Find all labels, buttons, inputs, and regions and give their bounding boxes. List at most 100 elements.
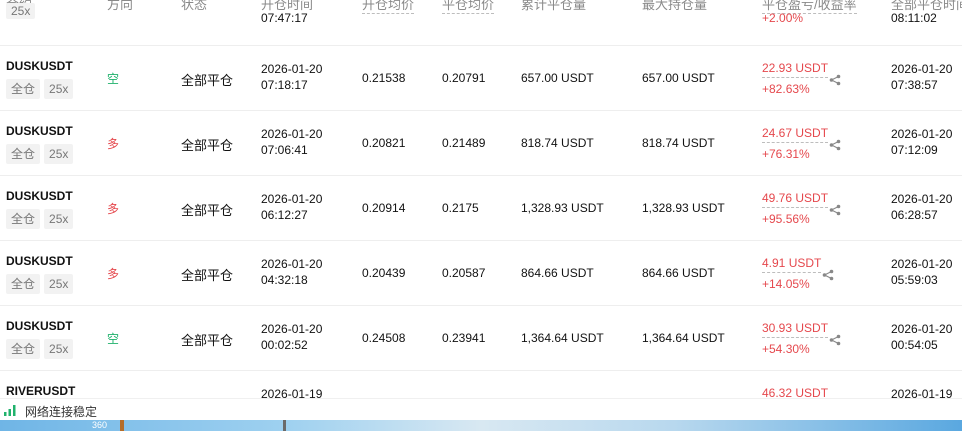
max-hold: 818.74 USDT <box>642 136 715 150</box>
open-avg-price: 0.20914 <box>362 201 406 215</box>
close-time: 07:38:57 <box>891 78 938 92</box>
taskbar-mark <box>120 420 124 431</box>
margin-badge: 全仓 <box>6 274 41 294</box>
open-date: 2026-01-20 <box>261 257 323 271</box>
close-date: 2026-01-20 <box>891 192 953 206</box>
margin-badge: 全仓 <box>6 209 41 229</box>
cumulative-close: 864.66 USDT <box>521 266 594 280</box>
open-time: 07:18:17 <box>261 78 308 92</box>
share-icon[interactable] <box>822 269 834 281</box>
table-row[interactable]: DUSKUSDT 全仓 25x 多 全部平仓 2026-01-20 06:12:27… <box>0 175 962 241</box>
share-icon[interactable] <box>829 74 841 86</box>
margin-badge: 全仓 <box>6 144 41 164</box>
symbol: DUSKUSDT <box>6 189 73 203</box>
max-hold: 657.00 USDT <box>642 71 715 85</box>
direction: 空 <box>107 72 120 86</box>
open-date: 2026-01-20 <box>261 322 323 336</box>
pnl-value: 22.93 USDT <box>762 60 829 78</box>
share-icon[interactable] <box>829 139 841 151</box>
close-avg-price: 0.2175 <box>442 201 479 215</box>
status: 全部平仓 <box>181 268 234 283</box>
positions-history-table: 合约 方向 状态 开仓时间 开仓均价 平仓均价 累计平仓量 最大持仓量 平仓盈亏… <box>0 0 962 431</box>
pnl-value: 49.76 USDT <box>762 190 829 208</box>
symbol: DUSKUSDT <box>6 124 73 138</box>
direction: 多 <box>107 202 120 216</box>
status: 全部平仓 <box>181 333 234 348</box>
header-open-avg: 开仓均价 <box>362 0 415 14</box>
symbol: DUSKUSDT <box>6 319 73 333</box>
table-row[interactable]: DUSKUSDT 全仓 25x 多 全部平仓 2026-01-20 04:32:18… <box>0 240 962 306</box>
open-time: 07:47:17 <box>261 11 308 25</box>
close-date: 2026-01-20 <box>891 322 953 336</box>
close-time: 08:11:02 <box>891 11 937 25</box>
taskbar-divider <box>283 420 286 431</box>
header-cum-close: 累计平仓量 <box>521 0 587 12</box>
pnl-rate: +76.31% <box>762 147 810 161</box>
close-date: 2026-01-20 <box>891 257 953 271</box>
open-time: 07:06:41 <box>261 143 308 157</box>
close-time: 05:59:03 <box>891 273 938 287</box>
taskbar: 360 <box>0 420 962 431</box>
close-time: 00:54:05 <box>891 338 938 352</box>
table-row[interactable]: DUSKUSDT 全仓 25x 空 全部平仓 2026-01-20 00:02:52… <box>0 305 962 371</box>
direction: 多 <box>107 267 120 281</box>
network-status-bar: 网络连接稳定 <box>0 398 962 421</box>
close-avg-price: 0.23941 <box>442 331 486 345</box>
leverage-badge: 25x <box>44 79 74 99</box>
taskbar-label: 360 <box>92 420 108 430</box>
close-avg-price: 0.20791 <box>442 71 486 85</box>
pnl-value: 24.67 USDT <box>762 125 829 143</box>
signal-icon <box>4 405 16 416</box>
close-avg-price: 0.20587 <box>442 266 486 280</box>
cumulative-close: 657.00 USDT <box>521 71 594 85</box>
open-avg-price: 0.24508 <box>362 331 406 345</box>
open-time: 06:12:27 <box>261 208 308 222</box>
direction: 多 <box>107 137 120 151</box>
table-header: 合约 方向 状态 开仓时间 开仓均价 平仓均价 累计平仓量 最大持仓量 平仓盈亏… <box>0 0 962 14</box>
table-row[interactable]: DUSKUSDT 全仓 25x 多 全部平仓 2026-01-20 07:06:41… <box>0 110 962 176</box>
direction: 空 <box>107 332 120 346</box>
max-hold: 1,364.64 USDT <box>642 331 725 345</box>
symbol: RIVERUSDT <box>6 384 76 398</box>
max-hold: 864.66 USDT <box>642 266 715 280</box>
pnl-rate: +54.30% <box>762 342 810 356</box>
open-time: 00:02:52 <box>261 338 308 352</box>
symbol: DUSKUSDT <box>6 254 73 268</box>
close-date: 2026-01-20 <box>891 62 953 76</box>
header-status: 状态 <box>181 0 208 12</box>
open-date: 2026-01-20 <box>261 192 323 206</box>
header-direction: 方向 <box>107 0 134 12</box>
margin-badge: 全仓 <box>6 339 41 359</box>
table-row[interactable]: DUSKUSDT 全仓 25x 空 全部平仓 2026-01-20 07:18:17… <box>0 45 962 111</box>
close-time: 07:12:09 <box>891 143 938 157</box>
status: 全部平仓 <box>181 73 234 88</box>
open-avg-price: 0.20821 <box>362 136 406 150</box>
header-max-hold: 最大持仓量 <box>642 0 708 12</box>
leverage-badge: 25x <box>44 144 74 164</box>
close-avg-price: 0.21489 <box>442 136 486 150</box>
pnl-value: 30.93 USDT <box>762 320 829 338</box>
open-time: 04:32:18 <box>261 273 308 287</box>
open-avg-price: 0.21538 <box>362 71 406 85</box>
symbol: DUSKUSDT <box>6 59 73 73</box>
cumulative-close: 1,328.93 USDT <box>521 201 604 215</box>
pnl-rate: +2.00% <box>762 11 804 25</box>
leverage-badge: 25x <box>44 209 74 229</box>
max-hold: 1,328.93 USDT <box>642 201 725 215</box>
leverage-badge: 25x <box>44 274 74 294</box>
leverage-badge: 25x <box>6 3 36 19</box>
open-avg-price: 0.20439 <box>362 266 406 280</box>
margin-badge: 全仓 <box>6 79 41 99</box>
header-close-avg: 平仓均价 <box>442 0 495 14</box>
close-time: 06:28:57 <box>891 208 938 222</box>
share-icon[interactable] <box>829 204 841 216</box>
share-icon[interactable] <box>829 334 841 346</box>
network-status-text: 网络连接稳定 <box>25 405 98 419</box>
pnl-value: 4.91 USDT <box>762 255 822 273</box>
pnl-rate: +95.56% <box>762 212 810 226</box>
leverage-badge: 25x <box>44 339 74 359</box>
pnl-rate: +82.63% <box>762 82 810 96</box>
open-date: 2026-01-20 <box>261 62 323 76</box>
close-date: 2026-01-20 <box>891 127 953 141</box>
open-date: 2026-01-20 <box>261 127 323 141</box>
